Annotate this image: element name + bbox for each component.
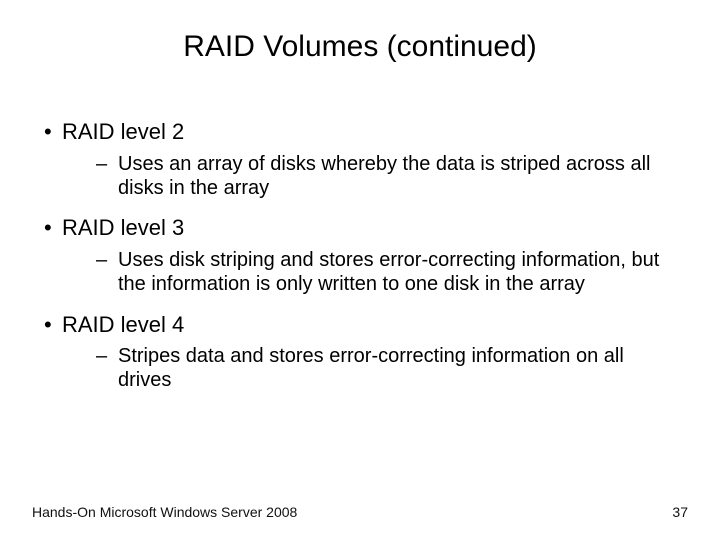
slide-content: •RAID level 2 – Uses an array of disks w… xyxy=(40,118,680,393)
dash-icon: – xyxy=(96,152,118,201)
slide-title: RAID Volumes (continued) xyxy=(40,30,680,64)
bullet-label: RAID level 4 xyxy=(62,312,184,337)
bullet-label: RAID level 2 xyxy=(62,119,184,144)
bullet-icon: • xyxy=(44,214,62,242)
dash-icon: – xyxy=(96,344,118,393)
subbullet-text: Stripes data and stores error-correcting… xyxy=(118,344,680,393)
bullet-raid-level-2: •RAID level 2 xyxy=(44,118,680,146)
bullet-icon: • xyxy=(44,311,62,339)
footer-source: Hands-On Microsoft Windows Server 2008 xyxy=(32,504,297,520)
bullet-raid-level-3: •RAID level 3 xyxy=(44,214,680,242)
subbullet-raid-level-3: – Uses disk striping and stores error-co… xyxy=(96,248,680,297)
bullet-label: RAID level 3 xyxy=(62,215,184,240)
subbullet-raid-level-4: – Stripes data and stores error-correcti… xyxy=(96,344,680,393)
subbullet-raid-level-2: – Uses an array of disks whereby the dat… xyxy=(96,152,680,201)
subbullet-text: Uses an array of disks whereby the data … xyxy=(118,152,680,201)
bullet-icon: • xyxy=(44,118,62,146)
dash-icon: – xyxy=(96,248,118,297)
footer: Hands-On Microsoft Windows Server 2008 3… xyxy=(32,504,688,520)
bullet-raid-level-4: •RAID level 4 xyxy=(44,311,680,339)
page-number: 37 xyxy=(672,504,688,520)
subbullet-text: Uses disk striping and stores error-corr… xyxy=(118,248,680,297)
slide: RAID Volumes (continued) •RAID level 2 –… xyxy=(0,0,720,540)
